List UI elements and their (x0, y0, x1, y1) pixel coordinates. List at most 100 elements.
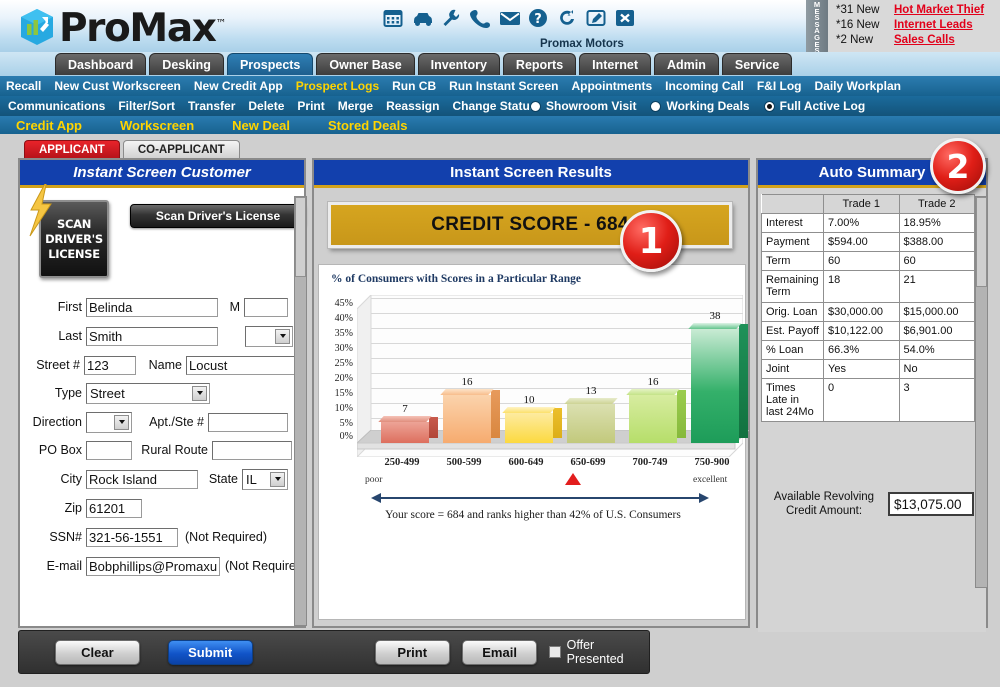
ssn-not-required-note: (Not Required) (185, 530, 267, 544)
tab-desking[interactable]: Desking (149, 53, 224, 75)
message-link-internet-leads[interactable]: Internet Leads (894, 19, 973, 31)
tab-prospects[interactable]: Prospects (226, 53, 314, 75)
cell-payment-trade2: $388.00 (898, 232, 975, 252)
nav-new-deal[interactable]: New Deal (232, 118, 290, 133)
street-number-input[interactable] (84, 355, 136, 375)
direction-select[interactable] (86, 411, 132, 433)
nav-run-instant-screen[interactable]: Run Instant Screen (449, 79, 558, 93)
first-name-input[interactable] (86, 297, 218, 317)
car-icon[interactable] (412, 8, 432, 28)
envelope-icon[interactable] (499, 8, 520, 28)
wrench-icon[interactable] (441, 8, 461, 28)
radio-working-deals[interactable]: Working Deals (650, 99, 750, 113)
tab-internet[interactable]: Internet (579, 53, 651, 75)
scrollbar-thumb[interactable] (976, 197, 987, 287)
nav-recall[interactable]: Recall (6, 79, 41, 93)
action-print[interactable]: Print (297, 99, 324, 113)
nav-prospect-logs[interactable]: Prospect Logs (296, 79, 379, 93)
tab-applicant[interactable]: APPLICANT (24, 140, 120, 158)
offer-presented-checkbox[interactable]: Offer Presented (549, 638, 649, 666)
name-suffix-select[interactable] (245, 325, 293, 347)
auto-summary-body: Trade 1 Trade 2 Interest 7.00% 18.95% Pa… (758, 194, 986, 632)
tab-admin[interactable]: Admin (654, 53, 719, 75)
promax-wordmark: ProMax™ (59, 6, 227, 51)
po-box-input[interactable] (86, 440, 132, 460)
bar-value-600-649: 10 (523, 394, 535, 406)
scrollbar-thumb[interactable] (295, 197, 306, 277)
middle-initial-input[interactable] (244, 297, 288, 317)
ssn-input[interactable] (86, 527, 178, 547)
label-street-type: Type (54, 386, 82, 400)
tab-owner-base[interactable]: Owner Base (316, 53, 415, 75)
radio-full-active-log[interactable]: Full Active Log (763, 99, 865, 113)
street-type-select[interactable]: Street (86, 382, 210, 404)
tab-dashboard[interactable]: Dashboard (55, 53, 147, 75)
auto-summary-panel: Auto Summary Trade 1 Trade 2 Interest 7.… (756, 158, 988, 632)
nav-daily-workplan[interactable]: Daily Workplan (815, 79, 901, 93)
nav-new-cust-workscreen[interactable]: New Cust Workscreen (54, 79, 181, 93)
action-communications[interactable]: Communications (8, 99, 105, 113)
col-header-trade-1: Trade 1 (823, 194, 900, 214)
help-icon[interactable]: ? (528, 8, 548, 28)
nav-incoming-call[interactable]: Incoming Call (665, 79, 744, 93)
form-action-bar: Clear Submit Print Email Offer Presented (18, 630, 650, 674)
nav-appointments[interactable]: Appointments (571, 79, 652, 93)
rural-route-input[interactable] (212, 440, 292, 460)
edit-icon[interactable] (586, 8, 606, 28)
close-icon[interactable] (615, 8, 635, 28)
customer-form: SCAN DRIVER'S LICENSE Scan Driver's Lice… (20, 179, 307, 626)
email-input[interactable] (86, 556, 220, 576)
action-transfer[interactable]: Transfer (188, 99, 235, 113)
label-city: City (60, 472, 82, 486)
nav-stored-deals[interactable]: Stored Deals (328, 118, 407, 133)
tab-inventory[interactable]: Inventory (417, 53, 500, 75)
nav-fi-log[interactable]: F&I Log (757, 79, 802, 93)
radio-showroom-visit[interactable]: Showroom Visit (530, 99, 636, 113)
nav-workscreen[interactable]: Workscreen (120, 118, 194, 133)
street-name-input[interactable] (186, 355, 298, 375)
scan-drivers-license-button[interactable]: Scan Driver's License (130, 204, 306, 228)
message-count: *2 New (836, 34, 874, 46)
clear-button[interactable]: Clear (55, 639, 140, 665)
revolving-credit-value: $13,075.00 (888, 492, 974, 516)
city-input[interactable] (86, 469, 198, 489)
score-distribution-chart: % of Consumers with Scores in a Particul… (318, 264, 749, 620)
calendar-icon[interactable] (383, 8, 403, 28)
nav-new-credit-app[interactable]: New Credit App (194, 79, 283, 93)
zip-input[interactable] (86, 498, 142, 518)
action-merge[interactable]: Merge (338, 99, 373, 113)
action-filter-sort[interactable]: Filter/Sort (118, 99, 175, 113)
email-button[interactable]: Email (461, 639, 538, 665)
auto-summary-table: Trade 1 Trade 2 Interest 7.00% 18.95% Pa… (761, 194, 975, 422)
nav-credit-app[interactable]: Credit App (16, 118, 82, 133)
phone-icon[interactable] (470, 8, 490, 28)
action-delete[interactable]: Delete (248, 99, 284, 113)
nav-run-cb[interactable]: Run CB (392, 79, 436, 93)
left-panel-scrollbar[interactable] (294, 196, 307, 626)
row-label-joint: Joint (761, 359, 824, 379)
action-change-status[interactable]: Change Status (452, 99, 536, 113)
apt-ste-input[interactable] (208, 412, 288, 432)
state-select[interactable]: IL (242, 468, 288, 490)
print-button[interactable]: Print (374, 639, 450, 665)
tab-service[interactable]: Service (721, 53, 793, 75)
svg-text:?: ? (534, 12, 542, 27)
tab-reports[interactable]: Reports (502, 53, 577, 75)
right-panel-scrollbar[interactable] (975, 196, 988, 588)
checkbox-icon[interactable] (549, 646, 561, 658)
bar-250-499 (378, 416, 438, 443)
cell-remaining-term-trade2: 21 (898, 270, 975, 303)
tab-co-applicant[interactable]: CO-APPLICANT (122, 140, 240, 158)
callout-badge-1: 1 (620, 210, 682, 272)
refresh-icon[interactable] (557, 8, 577, 28)
last-name-input[interactable] (86, 326, 218, 346)
message-link-hot-market-thief[interactable]: Hot Market Thief (894, 4, 984, 16)
promax-logo[interactable]: ProMax™ (18, 4, 227, 49)
message-count: *31 New (836, 4, 880, 16)
cell-remaining-term-trade1: 18 (823, 270, 900, 303)
submit-button[interactable]: Submit (167, 639, 253, 665)
xtick-250-499: 250-499 (384, 457, 420, 468)
chart-title: % of Consumers with Scores in a Particul… (331, 273, 582, 285)
action-reassign[interactable]: Reassign (386, 99, 439, 113)
message-link-sales-calls[interactable]: Sales Calls (894, 34, 955, 46)
